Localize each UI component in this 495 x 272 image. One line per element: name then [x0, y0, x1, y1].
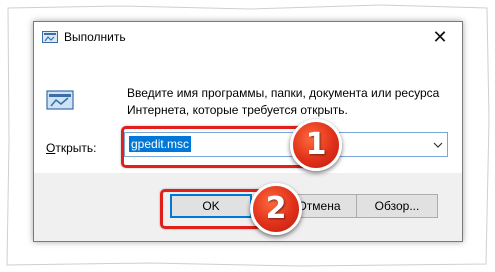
open-label-accesskey: О [46, 141, 56, 155]
window-title: Выполнить [64, 30, 126, 44]
run-app-icon [46, 90, 74, 110]
step-badge-2: 2 [250, 183, 302, 235]
highlight-ok-button [160, 189, 262, 229]
close-icon: ✕ [432, 27, 448, 47]
title-bar: Выполнить ✕ [34, 22, 462, 53]
close-button[interactable]: ✕ [418, 22, 462, 53]
dropdown-button[interactable] [429, 133, 447, 156]
chevron-down-icon [433, 142, 443, 148]
run-app-icon [42, 31, 58, 43]
description-text: Введите имя программы, папки, документа … [127, 86, 440, 117]
open-label-rest: ткрыть: [55, 141, 97, 155]
highlight-open-field [121, 126, 315, 168]
browse-button[interactable]: Обзор... [356, 194, 438, 218]
step-badge-1: 1 [290, 119, 342, 171]
open-label: Открыть: [46, 141, 96, 155]
